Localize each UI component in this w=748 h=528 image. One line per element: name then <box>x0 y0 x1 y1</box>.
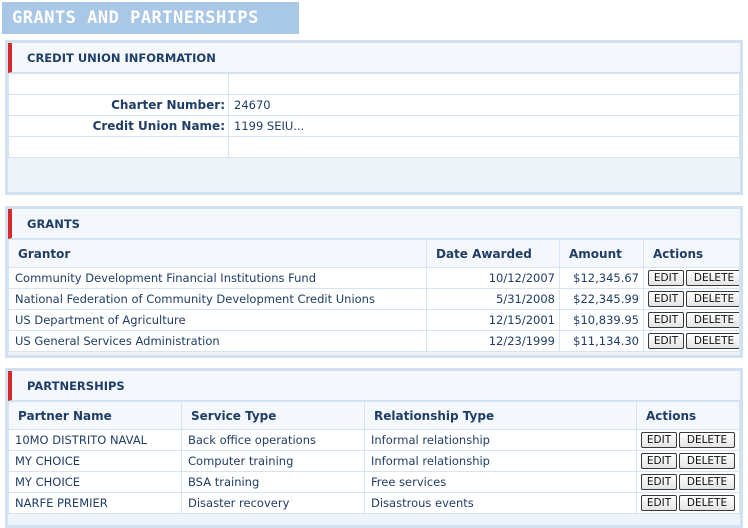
date-awarded-cell: 12/15/2001 <box>426 309 560 331</box>
delete-button[interactable]: DELETE <box>679 474 735 490</box>
relationship-type-cell: Free services <box>364 471 637 493</box>
edit-button[interactable]: EDIT <box>641 432 677 448</box>
table-row: Community Development Financial Institut… <box>8 267 740 289</box>
edit-button[interactable]: EDIT <box>648 291 684 307</box>
edit-button[interactable]: EDIT <box>641 474 677 490</box>
table-row: US Department of Agriculture 12/15/2001 … <box>8 309 740 331</box>
table-row: 10MO DISTRITO NAVAL Back office operatio… <box>8 429 740 451</box>
partner-name-column-header[interactable]: Partner Name <box>8 401 182 430</box>
partnerships-header: PARTNERSHIPS <box>8 371 740 401</box>
date-awarded-cell: 12/23/1999 <box>426 330 560 352</box>
relationship-type-cell: Disastrous events <box>364 492 637 514</box>
relationship-type-cell: Informal relationship <box>364 429 637 451</box>
edit-button[interactable]: EDIT <box>648 270 684 286</box>
service-type-cell: Computer training <box>181 450 365 472</box>
relationship-type-cell: Informal relationship <box>364 450 637 472</box>
amount-cell: $12,345.67 <box>559 267 644 289</box>
amount-cell: $11,134.30 <box>559 330 644 352</box>
grants-panel: GRANTS Grantor Date Awarded Amount Actio… <box>5 206 743 358</box>
edit-button[interactable]: EDIT <box>648 312 684 328</box>
service-type-cell: Disaster recovery <box>181 492 365 514</box>
credit-union-panel: CREDIT UNION INFORMATION Charter Number:… <box>5 40 743 195</box>
date-awarded-column-header[interactable]: Date Awarded <box>426 239 560 268</box>
partner-name-cell: MY CHOICE <box>8 450 182 472</box>
date-awarded-cell: 5/31/2008 <box>426 288 560 310</box>
table-row: MY CHOICE BSA training Free services EDI… <box>8 471 740 493</box>
credit-union-name-label: Credit Union Name: <box>8 115 229 137</box>
partnerships-panel: PARTNERSHIPS Partner Name Service Type R… <box>5 368 743 528</box>
delete-button[interactable]: DELETE <box>686 291 739 307</box>
table-row: MY CHOICE Computer training Informal rel… <box>8 450 740 472</box>
credit-union-header: CREDIT UNION INFORMATION <box>8 43 740 73</box>
delete-button[interactable]: DELETE <box>686 333 739 349</box>
page-title: GRANTS AND PARTNERSHIPS <box>2 2 299 34</box>
service-type-cell: BSA training <box>181 471 365 493</box>
grantor-cell: National Federation of Community Develop… <box>8 288 427 310</box>
panel-footer <box>8 158 740 186</box>
grants-actions-column-header: Actions <box>643 239 740 268</box>
date-awarded-cell: 10/12/2007 <box>426 267 560 289</box>
amount-cell: $10,839.95 <box>559 309 644 331</box>
amount-cell: $22,345.99 <box>559 288 644 310</box>
partner-name-cell: 10MO DISTRITO NAVAL <box>8 429 182 451</box>
edit-button[interactable]: EDIT <box>641 495 677 511</box>
partner-name-cell: MY CHOICE <box>8 471 182 493</box>
grants-header: GRANTS <box>8 209 740 239</box>
delete-button[interactable]: DELETE <box>679 432 735 448</box>
partner-name-cell: NARFE PREMIER <box>8 492 182 514</box>
grants-table: Grantor Date Awarded Amount Actions Comm… <box>8 239 740 352</box>
credit-union-table: Charter Number: 24670 Credit Union Name:… <box>8 73 740 158</box>
delete-button[interactable]: DELETE <box>679 495 735 511</box>
service-type-cell: Back office operations <box>181 429 365 451</box>
partnerships-actions-column-header: Actions <box>636 401 740 430</box>
delete-button[interactable]: DELETE <box>686 312 739 328</box>
charter-number-label: Charter Number: <box>8 94 229 116</box>
table-row: US General Services Administration 12/23… <box>8 330 740 352</box>
grantor-cell: US Department of Agriculture <box>8 309 427 331</box>
edit-button[interactable]: EDIT <box>641 453 677 469</box>
relationship-type-column-header[interactable]: Relationship Type <box>364 401 637 430</box>
partnerships-table: Partner Name Service Type Relationship T… <box>8 401 740 514</box>
grantor-cell: Community Development Financial Institut… <box>8 267 427 289</box>
edit-button[interactable]: EDIT <box>648 333 684 349</box>
credit-union-name-value: 1199 SEIU... <box>228 115 740 137</box>
grantor-column-header[interactable]: Grantor <box>8 239 427 268</box>
table-row: National Federation of Community Develop… <box>8 288 740 310</box>
delete-button[interactable]: DELETE <box>679 453 735 469</box>
amount-column-header[interactable]: Amount <box>559 239 644 268</box>
charter-number-value: 24670 <box>228 94 740 116</box>
delete-button[interactable]: DELETE <box>686 270 739 286</box>
table-row: NARFE PREMIER Disaster recovery Disastro… <box>8 492 740 514</box>
grantor-cell: US General Services Administration <box>8 330 427 352</box>
service-type-column-header[interactable]: Service Type <box>181 401 365 430</box>
